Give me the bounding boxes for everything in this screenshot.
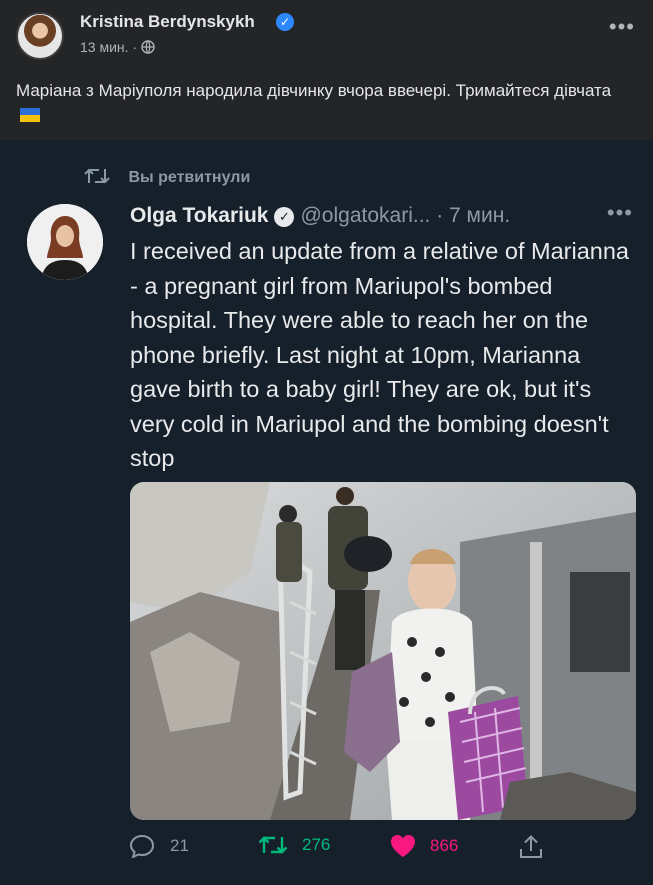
post-text-content: Маріана з Маріуполя народила дівчинку вч… bbox=[16, 81, 612, 100]
more-options-icon[interactable]: ••• bbox=[609, 14, 635, 40]
heart-icon bbox=[391, 835, 415, 857]
tweet-photo[interactable] bbox=[130, 482, 636, 820]
tweet-text: I received an update from a relative of … bbox=[130, 238, 629, 471]
tweet-actions: 21 276 866 bbox=[130, 834, 636, 864]
retweet-indicator: Вы ретвитнули bbox=[84, 166, 250, 187]
tweet-header: Olga Tokariuk ✓ @olgatokari... · 7 мин. bbox=[130, 204, 510, 228]
embedded-tweet: Вы ретвитнули Olga Tokariuk ✓ @olgatokari.… bbox=[0, 140, 653, 885]
reply-action[interactable]: 21 bbox=[130, 834, 189, 858]
tweet-author-avatar[interactable] bbox=[27, 204, 103, 280]
tweet-handle[interactable]: @olgatokari... bbox=[300, 204, 430, 227]
reply-count: 21 bbox=[170, 836, 189, 855]
ukraine-flag-icon bbox=[20, 108, 40, 122]
like-count: 866 bbox=[430, 836, 459, 855]
post-text: Маріана з Маріуполя народила дівчинку вч… bbox=[16, 78, 636, 128]
author-name[interactable]: Kristina Berdynskykh bbox=[80, 12, 255, 32]
share-action[interactable] bbox=[518, 834, 558, 860]
tweet-time[interactable]: · 7 мин. bbox=[436, 204, 510, 227]
retweet-label: Вы ретвитнули bbox=[128, 169, 251, 186]
meta-separator: · bbox=[132, 39, 138, 55]
verified-badge-icon: ✓ bbox=[276, 13, 294, 31]
tweet-author-name[interactable]: Olga Tokariuk bbox=[130, 204, 268, 227]
tweet-more-icon[interactable]: ••• bbox=[607, 200, 633, 226]
author-avatar[interactable] bbox=[16, 12, 64, 60]
retweet-icon bbox=[258, 836, 288, 854]
facebook-post-header: Kristina Berdynskykh ✓ 13 мин. · ••• Мар… bbox=[0, 0, 653, 140]
post-meta: 13 мин. · bbox=[80, 39, 155, 55]
retweet-action[interactable]: 276 bbox=[258, 834, 330, 856]
share-icon bbox=[520, 835, 542, 858]
post-time[interactable]: 13 мин. bbox=[80, 39, 129, 55]
retweet-icon bbox=[84, 168, 110, 184]
reply-icon bbox=[130, 834, 155, 858]
like-action[interactable]: 866 bbox=[390, 834, 458, 858]
retweet-count: 276 bbox=[302, 835, 331, 854]
verified-badge-icon: ✓ bbox=[274, 207, 295, 227]
globe-icon bbox=[141, 40, 155, 54]
